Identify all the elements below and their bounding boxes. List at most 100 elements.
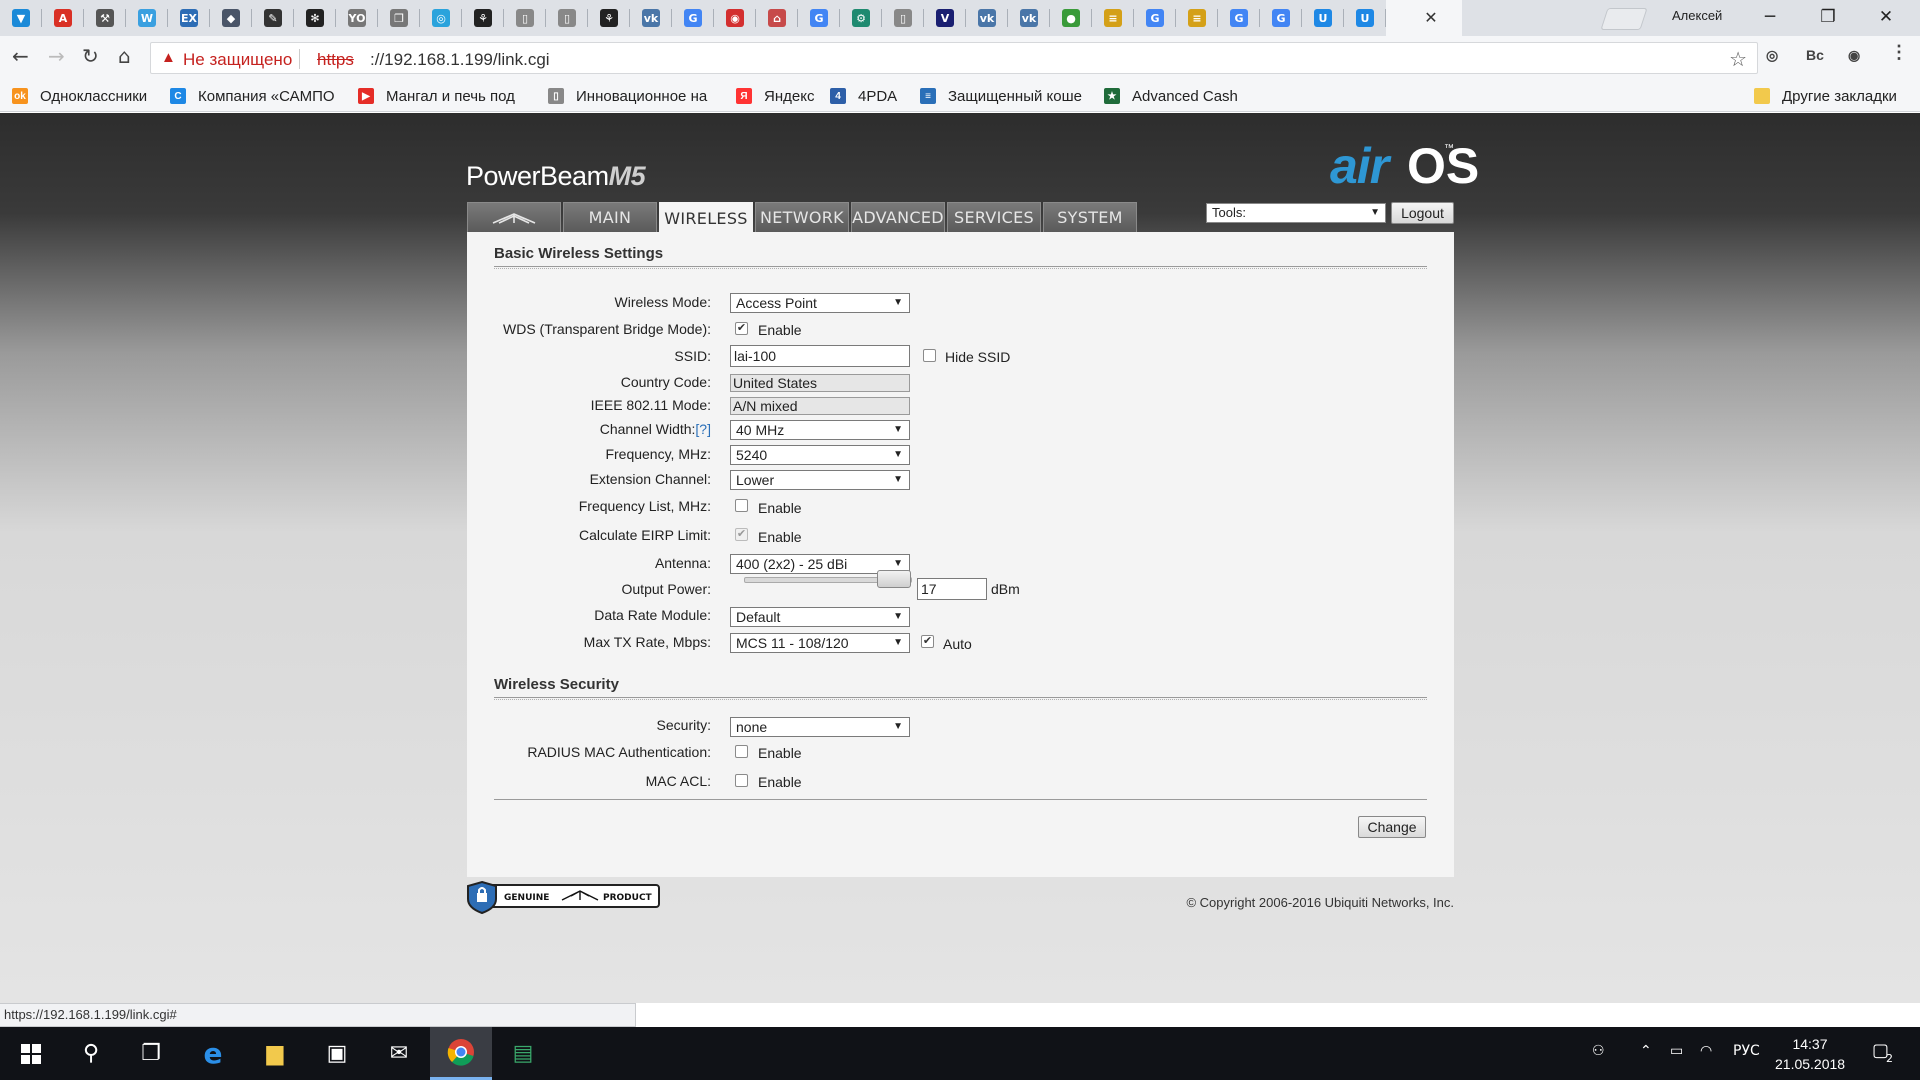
browser-tab[interactable]: ✎ xyxy=(252,0,294,36)
bookmark-item[interactable]: ≡ Защищенный коше xyxy=(920,86,1082,106)
browser-tab[interactable]: G xyxy=(1134,0,1176,36)
browser-tab[interactable]: ⚙ xyxy=(840,0,882,36)
tab-ubiquiti-logo[interactable] xyxy=(467,202,561,232)
browser-tab[interactable]: ✻ xyxy=(294,0,336,36)
tab-advanced[interactable]: ADVANCED xyxy=(851,202,945,232)
security-status[interactable]: Не защищено xyxy=(183,50,292,70)
bookmark-item[interactable]: ok Одноклассники xyxy=(12,86,147,106)
radius-mac-checkbox[interactable] xyxy=(735,745,748,758)
task-view-icon[interactable]: ❐ xyxy=(120,1027,182,1080)
browser-tab[interactable]: ≡ xyxy=(1176,0,1218,36)
chrome-icon[interactable] xyxy=(430,1027,492,1080)
language-indicator[interactable]: РУС xyxy=(1733,1043,1760,1059)
channel-width-select[interactable]: 40 MHz ▼ xyxy=(730,420,910,440)
restore-button[interactable]: ❐ xyxy=(1808,4,1848,30)
battery-icon[interactable]: ▭ xyxy=(1670,1043,1683,1059)
new-tab-button[interactable] xyxy=(1600,8,1648,30)
address-bar[interactable]: ▲ Не защищено https ://192.168.1.199/lin… xyxy=(150,42,1758,74)
bookmark-star-icon[interactable]: ☆ xyxy=(1729,47,1747,72)
tab-wireless[interactable]: WIRELESS xyxy=(659,202,753,233)
back-icon[interactable]: ← xyxy=(12,44,29,68)
channel-width-help-link[interactable]: [?] xyxy=(695,421,711,437)
tab-services[interactable]: SERVICES xyxy=(947,202,1041,232)
profile-name[interactable]: Алексей xyxy=(1672,8,1722,23)
browser-tab[interactable]: ◉ xyxy=(714,0,756,36)
hide-ssid-checkbox[interactable] xyxy=(923,349,936,362)
tray-chevron-icon[interactable]: ⌃ xyxy=(1640,1043,1652,1059)
wifi-icon[interactable]: ◠ xyxy=(1700,1043,1712,1059)
change-button[interactable]: Change xyxy=(1358,816,1426,838)
browser-tab[interactable]: ● xyxy=(1050,0,1092,36)
browser-tab[interactable]: V xyxy=(924,0,966,36)
extension-eye-icon[interactable]: ◉ xyxy=(1848,47,1860,64)
tab-network[interactable]: NETWORK xyxy=(755,202,849,232)
browser-tab[interactable]: ▯ xyxy=(504,0,546,36)
browser-tab[interactable]: G xyxy=(672,0,714,36)
extension-channel-select[interactable]: Lower ▼ xyxy=(730,470,910,490)
max-tx-rate-select[interactable]: MCS 11 - 108/120 ▼ xyxy=(730,633,910,653)
edge-icon[interactable]: e xyxy=(182,1027,244,1080)
mail-icon[interactable]: ✉ xyxy=(368,1027,430,1080)
mac-acl-checkbox[interactable] xyxy=(735,774,748,787)
logout-button[interactable]: Logout xyxy=(1391,202,1454,224)
browser-tab[interactable]: W xyxy=(126,0,168,36)
browser-tab[interactable]: ◎ xyxy=(420,0,462,36)
wds-checkbox[interactable]: ✔ xyxy=(735,322,748,335)
bookmark-item[interactable]: ▶ Мангал и печь под xyxy=(358,86,515,106)
close-window-button[interactable]: ✕ xyxy=(1866,4,1906,30)
browser-tab[interactable]: A xyxy=(42,0,84,36)
eirp-checkbox[interactable]: ✔ xyxy=(735,528,748,541)
store-icon[interactable]: ▣ xyxy=(306,1027,368,1080)
bookmark-item[interactable]: ★ Advanced Cash xyxy=(1104,86,1238,106)
browser-tab[interactable]: ⚘ xyxy=(588,0,630,36)
bookmark-item[interactable]: 4 4PDA xyxy=(830,86,897,106)
close-tab-icon[interactable]: ✕ xyxy=(1424,8,1437,28)
other-bookmarks[interactable]: Другие закладки xyxy=(1754,86,1897,106)
start-button[interactable] xyxy=(0,1027,62,1080)
tools-dropdown[interactable]: Tools: ▼ xyxy=(1206,203,1386,223)
file-explorer-icon[interactable]: ▆ xyxy=(244,1027,306,1080)
minimize-button[interactable]: ─ xyxy=(1750,4,1790,30)
reload-icon[interactable]: ↻ xyxy=(82,44,99,68)
browser-tab[interactable]: ❐ xyxy=(378,0,420,36)
output-power-slider-handle[interactable] xyxy=(877,570,911,588)
active-browser-tab[interactable]: ✕ xyxy=(1386,0,1462,36)
browser-tab[interactable]: YO xyxy=(336,0,378,36)
bookmark-item[interactable]: Я Яндекс xyxy=(736,86,814,106)
browser-tab[interactable]: G xyxy=(1218,0,1260,36)
wireless-mode-select[interactable]: Access Point ▼ xyxy=(730,293,910,313)
menu-icon[interactable]: ⋮ xyxy=(1890,42,1908,63)
search-icon[interactable]: ⚲ xyxy=(60,1027,122,1080)
browser-tab[interactable]: ⌂ xyxy=(756,0,798,36)
frequency-select[interactable]: 5240 ▼ xyxy=(730,445,910,465)
browser-tab[interactable]: vk xyxy=(630,0,672,36)
ssid-input[interactable]: lai-100 xyxy=(730,345,910,367)
tab-main[interactable]: MAIN xyxy=(563,202,657,232)
tab-system[interactable]: SYSTEM xyxy=(1043,202,1137,232)
clock[interactable]: 14:37 21.05.2018 xyxy=(1775,1034,1845,1074)
browser-tab[interactable]: ▼ xyxy=(0,0,42,36)
browser-tab[interactable]: ≡ xyxy=(1092,0,1134,36)
people-icon[interactable]: ⚇ xyxy=(1592,1043,1605,1059)
output-power-input[interactable]: 17 xyxy=(917,578,987,600)
auto-checkbox[interactable]: ✔ xyxy=(921,635,934,648)
browser-tab[interactable]: U xyxy=(1344,0,1386,36)
browser-tab[interactable]: ▯ xyxy=(882,0,924,36)
browser-tab[interactable]: U xyxy=(1302,0,1344,36)
forward-icon[interactable]: → xyxy=(48,44,65,68)
data-rate-module-select[interactable]: Default ▼ xyxy=(730,607,910,627)
browser-tab[interactable]: ◆ xyxy=(210,0,252,36)
browser-tab[interactable]: vk xyxy=(966,0,1008,36)
browser-tab[interactable]: ⚒ xyxy=(84,0,126,36)
bookmark-item[interactable]: ▯ Инновационное на xyxy=(548,86,707,106)
browser-tab[interactable]: G xyxy=(798,0,840,36)
bookmark-item[interactable]: C Компания «САМПО xyxy=(170,86,335,106)
browser-tab[interactable]: vk xyxy=(1008,0,1050,36)
frequency-list-checkbox[interactable] xyxy=(735,499,748,512)
home-icon[interactable]: ⌂ xyxy=(118,44,131,68)
browser-tab[interactable]: ▯ xyxy=(546,0,588,36)
browser-tab[interactable]: ⚘ xyxy=(462,0,504,36)
browser-tab[interactable]: EX xyxy=(168,0,210,36)
extension-search-icon[interactable]: ◎ xyxy=(1766,47,1778,64)
extension-vc-icon[interactable]: Bc xyxy=(1806,47,1824,63)
